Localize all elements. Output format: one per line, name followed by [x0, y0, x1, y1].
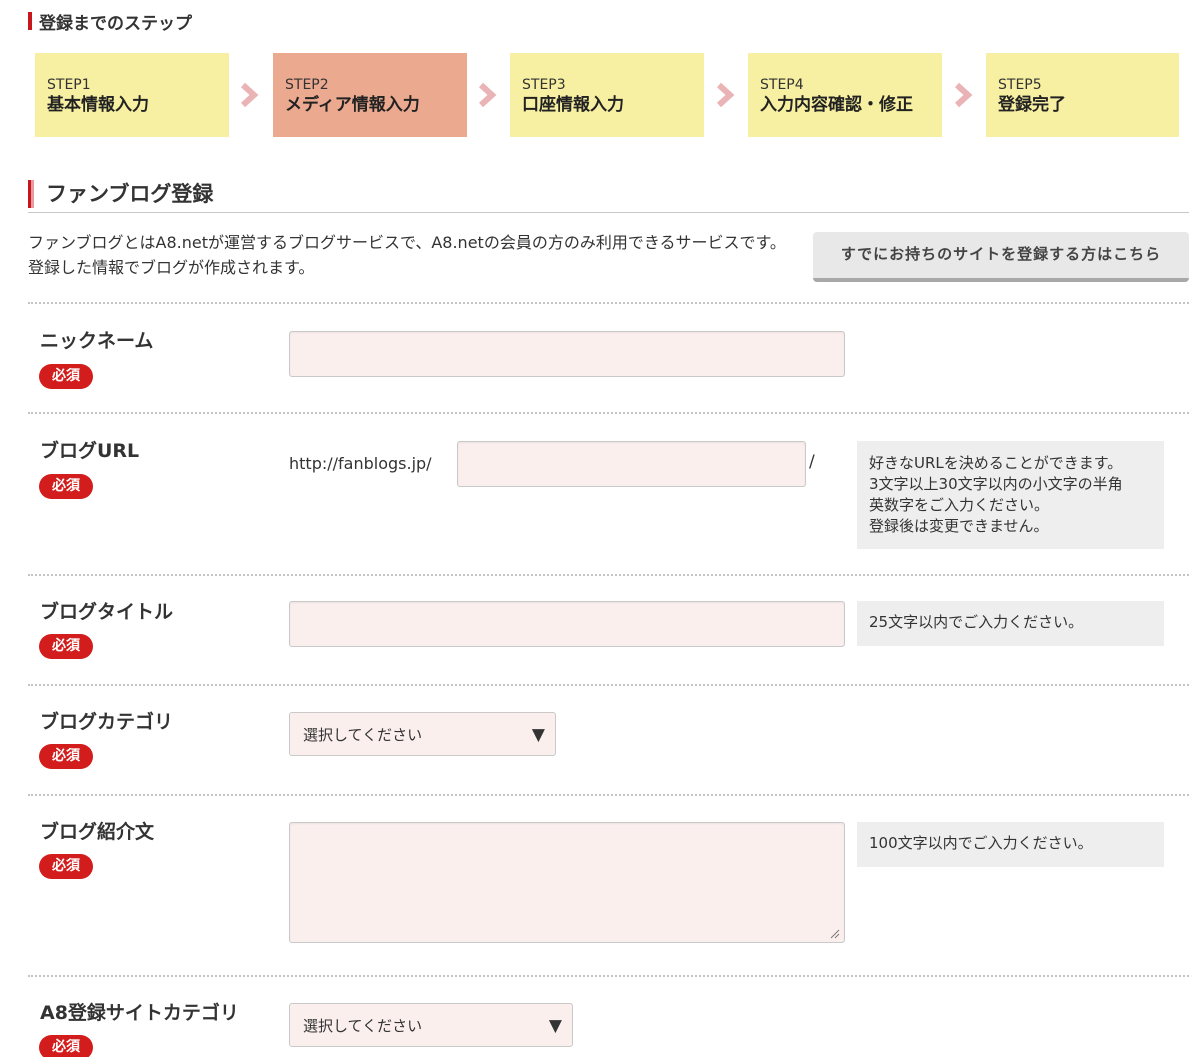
- blog-category-label: ブログカテゴリ: [40, 711, 174, 733]
- row-divider: [28, 302, 1189, 304]
- row-divider: [28, 794, 1189, 796]
- row-divider: [28, 574, 1189, 576]
- required-badge: 必須: [39, 474, 93, 499]
- step-name: メディア情報入力: [285, 95, 420, 115]
- step-number: STEP1: [47, 77, 91, 93]
- steps-heading: 登録までのステップ: [28, 10, 192, 34]
- blog-url-note: 好きなURLを決めることができます。 3文字以上30文字以内の小文字の半角 英数…: [857, 441, 1164, 549]
- blog-url-input[interactable]: [457, 441, 806, 487]
- nickname-input[interactable]: [289, 331, 845, 377]
- blog-title-note: 25文字以内でご入力ください。: [857, 601, 1164, 646]
- step-name: 基本情報入力: [47, 95, 149, 115]
- nickname-label: ニックネーム: [40, 330, 154, 352]
- step-name: 口座情報入力: [522, 95, 624, 115]
- a8-site-category-select[interactable]: 選択してください ▼: [289, 1003, 573, 1047]
- step-number: STEP5: [998, 77, 1042, 93]
- step-number: STEP3: [522, 77, 566, 93]
- a8-site-category-label: A8登録サイトカテゴリ: [40, 1002, 239, 1024]
- required-badge: 必須: [39, 854, 93, 879]
- row-divider: [28, 975, 1189, 977]
- section-title-text: ファンブログ登録: [46, 182, 214, 206]
- blog-intro-label: ブログ紹介文: [40, 821, 155, 843]
- step-3: STEP3 口座情報入力: [510, 53, 704, 137]
- note-line: 登録後は変更できません。: [869, 517, 1049, 535]
- step-number: STEP2: [285, 77, 329, 93]
- section-accent-bar: [28, 180, 34, 208]
- step-4: STEP4 入力内容確認・修正: [748, 53, 942, 137]
- step-arrow-icon: [478, 82, 497, 108]
- row-divider: [28, 684, 1189, 686]
- blog-category-select[interactable]: 選択してください ▼: [289, 712, 556, 756]
- step-name: 入力内容確認・修正: [760, 95, 913, 115]
- section-title: ファンブログ登録: [28, 180, 1189, 213]
- required-badge: 必須: [39, 364, 93, 389]
- step-number: STEP4: [760, 77, 804, 93]
- blog-title-input[interactable]: [289, 601, 845, 647]
- heading-accent-bar: [28, 12, 32, 30]
- select-value: 選択してください: [303, 726, 423, 744]
- intro-text: ファンブログとはA8.netが運営するブログサービスで、A8.netの会員の方の…: [28, 233, 786, 277]
- step-1: STEP1 基本情報入力: [35, 53, 229, 137]
- required-badge: 必須: [39, 1035, 93, 1057]
- register-existing-site-button[interactable]: すでにお持ちのサイトを登録する方はこちら: [813, 232, 1189, 282]
- select-value: 選択してください: [303, 1017, 423, 1035]
- resize-grip-icon[interactable]: [830, 929, 840, 939]
- step-arrow-icon: [954, 82, 973, 108]
- caret-down-icon: ▼: [548, 1016, 562, 1036]
- step-5: STEP5 登録完了: [986, 53, 1179, 137]
- caret-down-icon: ▼: [531, 725, 545, 745]
- blog-url-label: ブログURL: [40, 440, 140, 462]
- note-line: 英数字をご入力ください。: [869, 496, 1050, 514]
- row-divider: [28, 412, 1189, 414]
- step-arrow-icon: [240, 82, 259, 108]
- blog-url-suffix: /: [809, 452, 815, 472]
- step-name: 登録完了: [998, 95, 1066, 115]
- blog-intro-note: 100文字以内でご入力ください。: [857, 822, 1164, 867]
- blog-intro-textarea[interactable]: [289, 822, 845, 943]
- steps-heading-text: 登録までのステップ: [39, 13, 192, 34]
- step-arrow-icon: [716, 82, 735, 108]
- note-line: 3文字以上30文字以内の小文字の半角: [869, 475, 1123, 493]
- note-line: 好きなURLを決めることができます。: [869, 454, 1123, 472]
- step-2-active: STEP2 メディア情報入力: [273, 53, 467, 137]
- blog-url-prefix: http://fanblogs.jp/: [289, 454, 432, 473]
- blog-title-label: ブログタイトル: [40, 601, 174, 623]
- required-badge: 必須: [39, 744, 93, 769]
- required-badge: 必須: [39, 634, 93, 659]
